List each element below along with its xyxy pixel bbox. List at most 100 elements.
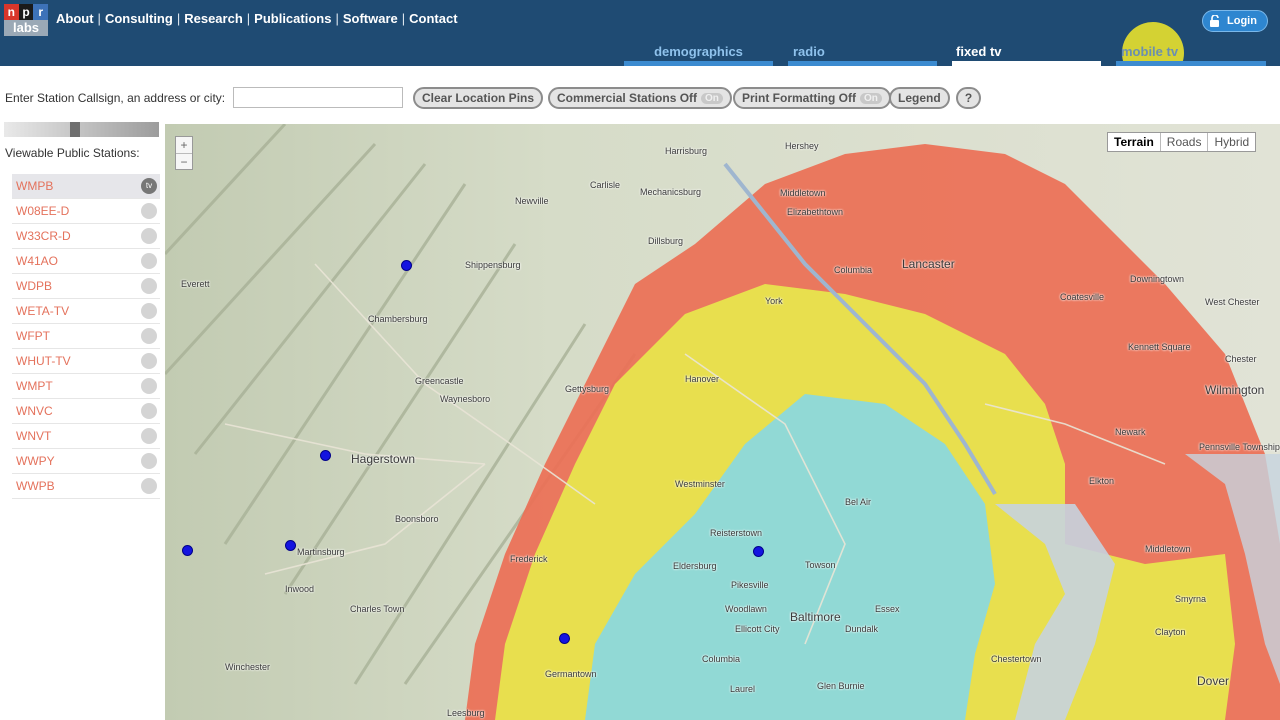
station-pin[interactable]: [559, 633, 570, 644]
place-label: Baltimore: [790, 610, 841, 624]
station-callsign: WFPT: [16, 329, 50, 343]
place-label: Kennett Square: [1128, 342, 1191, 352]
map-type-terrain[interactable]: Terrain: [1108, 133, 1160, 151]
slider-handle[interactable]: [70, 122, 80, 137]
place-label: Waynesboro: [440, 394, 491, 404]
map-type-hybrid[interactable]: Hybrid: [1207, 133, 1255, 151]
station-pin[interactable]: [320, 450, 331, 461]
tv-icon[interactable]: tv: [141, 178, 157, 194]
help-button[interactable]: ?: [956, 87, 981, 109]
tv-icon[interactable]: [141, 478, 157, 494]
npr-labs-logo[interactable]: n p r labs: [4, 4, 49, 36]
opacity-slider[interactable]: [4, 122, 159, 137]
print-formatting-toggle[interactable]: Print Formatting Off On: [733, 87, 891, 109]
nav-software[interactable]: Software: [343, 11, 398, 26]
nav-consulting[interactable]: Consulting: [105, 11, 173, 26]
place-label: Greencastle: [415, 376, 464, 386]
tv-icon[interactable]: [141, 253, 157, 269]
station-item[interactable]: WNVC: [12, 399, 160, 424]
tv-icon[interactable]: [141, 278, 157, 294]
station-pin[interactable]: [753, 546, 764, 557]
site-header: n p r labs About | Consulting | Research…: [0, 0, 1280, 84]
tab-mobile-tv[interactable]: mobile tv: [1116, 42, 1266, 66]
tv-icon[interactable]: [141, 303, 157, 319]
zoom-in-button[interactable]: +: [176, 137, 192, 153]
station-callsign: WETA-TV: [16, 304, 70, 318]
place-label: Dundalk: [845, 624, 879, 634]
station-callsign: WMPT: [16, 379, 53, 393]
place-label: Shippensburg: [465, 260, 521, 270]
station-item[interactable]: WFPT: [12, 324, 160, 349]
station-item[interactable]: WETA-TV: [12, 299, 160, 324]
commercial-label: Commercial Stations Off: [557, 91, 698, 105]
legend-button[interactable]: Legend: [889, 87, 950, 109]
viewable-stations-title: Viewable Public Stations:: [5, 146, 140, 160]
place-label: Reisterstown: [710, 528, 763, 538]
place-label: York: [765, 296, 783, 306]
station-callsign: WMPB: [16, 179, 54, 193]
place-label: Wilmington: [1205, 383, 1265, 397]
nav-research[interactable]: Research: [184, 11, 243, 26]
place-label: Pennsville Township: [1199, 442, 1280, 452]
coverage-map[interactable]: + − Terrain Roads Hybrid Harrisburg Hers…: [165, 124, 1280, 720]
place-label: Leesburg: [447, 708, 485, 718]
place-label: Woodlawn: [725, 604, 767, 614]
map-canvas: [165, 124, 1280, 720]
station-item[interactable]: WDPB: [12, 274, 160, 299]
tab-demographics[interactable]: demographics: [624, 42, 773, 66]
place-label: Frederick: [510, 554, 548, 564]
station-item[interactable]: WWPY: [12, 449, 160, 474]
place-label: Coatesville: [1060, 292, 1105, 302]
tv-icon[interactable]: [141, 428, 157, 444]
map-type-switch: Terrain Roads Hybrid: [1107, 132, 1257, 152]
clear-location-pins-button[interactable]: Clear Location Pins: [413, 87, 544, 109]
place-label: Smyrna: [1175, 594, 1207, 604]
tv-icon[interactable]: [141, 378, 157, 394]
tab-label: mobile tv: [1121, 44, 1179, 59]
place-label: Lancaster: [902, 257, 955, 271]
logo-letter-p: p: [18, 4, 34, 20]
station-item[interactable]: WWPB: [12, 474, 160, 499]
tab-label: demographics: [654, 44, 743, 59]
place-label: Dillsburg: [648, 236, 684, 246]
station-item[interactable]: WMPB tv: [12, 174, 160, 199]
tv-icon[interactable]: [141, 228, 157, 244]
place-label: Eldersburg: [673, 561, 717, 571]
controls-bar: Enter Station Callsign, an address or ci…: [0, 66, 1280, 122]
nav-about[interactable]: About: [56, 11, 94, 26]
place-label: Columbia: [702, 654, 741, 664]
station-list: WMPB tv W08EE-D W33CR-D W41AO WDPB WETA-T…: [12, 174, 160, 499]
station-item[interactable]: WNVT: [12, 424, 160, 449]
tab-fixed-tv[interactable]: fixed tv: [952, 42, 1101, 66]
commercial-stations-toggle[interactable]: Commercial Stations Off On: [548, 87, 732, 109]
place-label: Downingtown: [1130, 274, 1185, 284]
tv-icon[interactable]: [141, 203, 157, 219]
search-input[interactable]: [233, 87, 403, 108]
station-item[interactable]: WMPT: [12, 374, 160, 399]
login-button[interactable]: Login: [1202, 10, 1268, 32]
tv-icon[interactable]: [141, 453, 157, 469]
commercial-on-switch: On: [701, 92, 723, 104]
place-label: Columbia: [834, 265, 873, 275]
top-nav: About | Consulting | Research | Publicat…: [56, 11, 458, 26]
nav-contact[interactable]: Contact: [409, 11, 457, 26]
station-item[interactable]: W33CR-D: [12, 224, 160, 249]
place-label: Boonsboro: [395, 514, 439, 524]
zoom-out-button[interactable]: −: [176, 153, 192, 169]
station-pin[interactable]: [401, 260, 412, 271]
station-pin[interactable]: [285, 540, 296, 551]
legend-label: Legend: [898, 91, 941, 105]
place-label: Ellicott City: [735, 624, 780, 634]
tab-radio[interactable]: radio: [788, 42, 937, 66]
map-type-roads[interactable]: Roads: [1159, 133, 1208, 151]
tv-icon[interactable]: [141, 403, 157, 419]
station-pin[interactable]: [182, 545, 193, 556]
tv-icon[interactable]: [141, 353, 157, 369]
nav-separator: |: [246, 11, 251, 26]
station-item[interactable]: WHUT-TV: [12, 349, 160, 374]
station-item[interactable]: W08EE-D: [12, 199, 160, 224]
station-item[interactable]: W41AO: [12, 249, 160, 274]
tv-icon[interactable]: [141, 328, 157, 344]
nav-publications[interactable]: Publications: [254, 11, 331, 26]
place-label: Hershey: [785, 141, 819, 151]
